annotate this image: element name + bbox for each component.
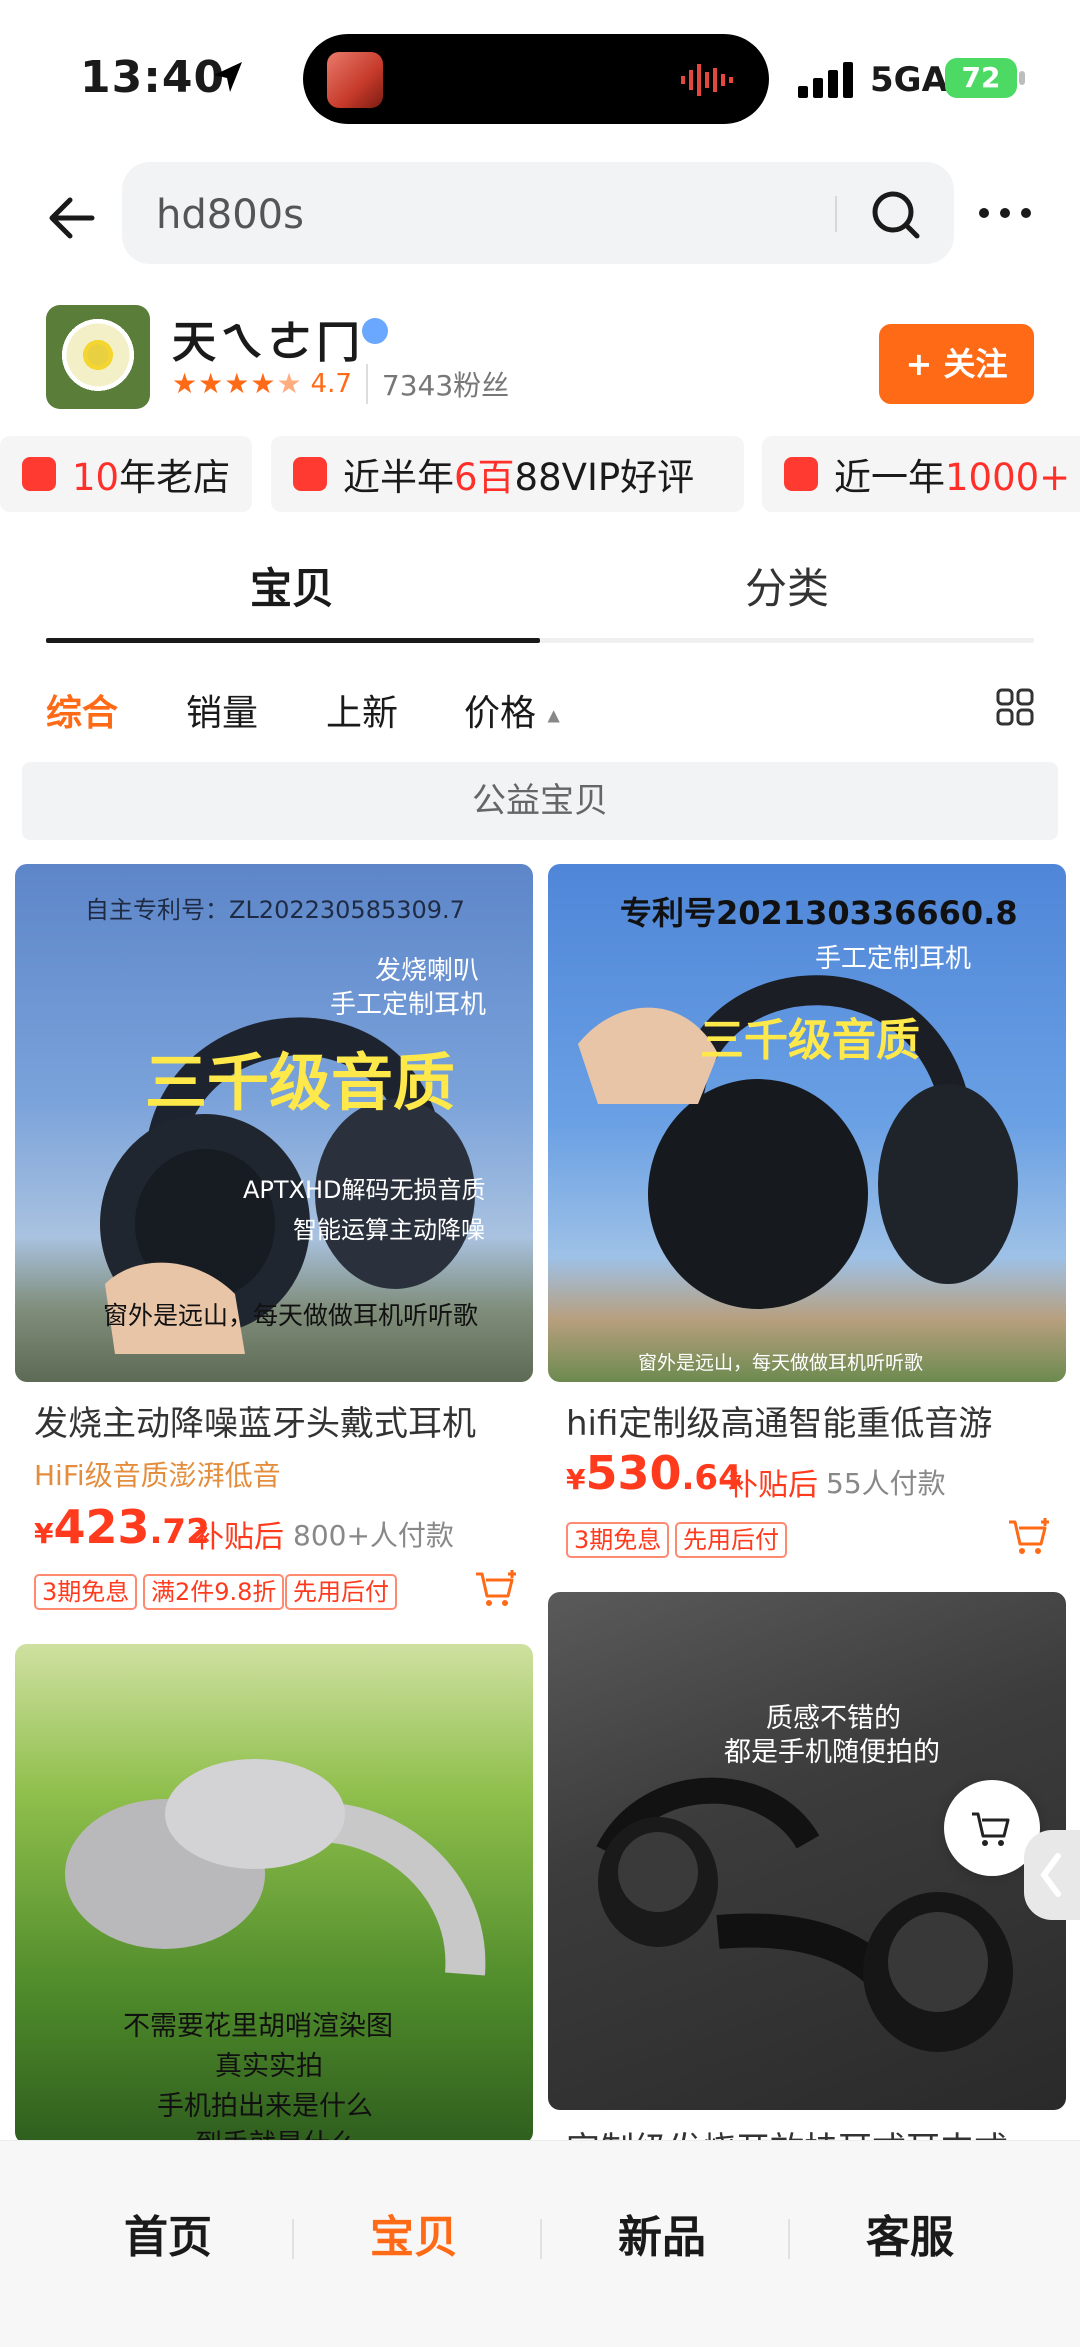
status-bar: 13:40 5GA 72 [0, 0, 1080, 150]
nav-home[interactable]: 首页 [68, 2201, 268, 2265]
shop-badge-age[interactable]: 10年老店 [0, 436, 252, 512]
product-price: ¥423.72 [34, 1500, 210, 1554]
back-arrow-icon[interactable] [44, 190, 100, 246]
promo-tag: 3期免息 [34, 1574, 138, 1610]
nav-new-arrivals[interactable]: 新品 [562, 2201, 762, 2265]
battery-level: 72 [945, 58, 1017, 98]
status-time: 13:40 [80, 52, 226, 103]
nav-products[interactable]: 宝贝 [314, 2201, 514, 2265]
headphones-photo [578, 975, 1018, 1309]
sort-comprehensive[interactable]: 综合 [46, 684, 118, 736]
charity-products-banner[interactable]: 公益宝贝 [22, 762, 1058, 840]
sort-new[interactable]: 上新 [326, 684, 398, 736]
network-type: 5GA [870, 60, 948, 100]
now-playing-artwork [327, 52, 383, 108]
more-options-icon[interactable] [978, 200, 1032, 226]
star-icon: ★ [250, 367, 276, 400]
product-title[interactable]: hifi定制级高通智能重低音游 [566, 1396, 1066, 1445]
location-arrow-icon [214, 62, 242, 92]
paid-count: 55人付款 [826, 1467, 946, 1500]
add-to-cart-icon[interactable] [1007, 1516, 1051, 1556]
shop-badge-reviews[interactable]: 近半年6百88VIP好评 [271, 436, 744, 512]
nav-customer-service[interactable]: 客服 [810, 2201, 1010, 2265]
store-icon [22, 457, 56, 491]
shop-rating-row: ★ ★ ★ ★ ★ 4.7 7343粉丝 [172, 364, 509, 404]
subsidy-label: 补贴后 [194, 1520, 284, 1555]
product-image[interactable]: 专利号202130336660.8 手工定制耳机 三千级音质 窗外是远山，每天做… [548, 864, 1066, 1382]
subsidy-label: 补贴后 [728, 1468, 818, 1503]
star-icon: ★ [224, 367, 250, 400]
battery-icon: 72 [945, 58, 1025, 98]
search-icon[interactable] [867, 186, 923, 242]
shop-logo[interactable] [46, 305, 150, 409]
cellular-signal-icon [798, 62, 853, 98]
promo-tag: 先用后付 [285, 1574, 397, 1610]
tab-products[interactable]: 宝贝 [202, 555, 382, 616]
shop-badge-sales[interactable]: 近一年1000+ [762, 436, 1080, 512]
thumbs-up-icon [293, 457, 327, 491]
verified-icon [362, 318, 388, 344]
chevron-left-icon [1040, 1853, 1061, 1897]
promo-tag: 满2件9.8折 [143, 1574, 285, 1610]
audio-waveform-icon [681, 64, 733, 96]
product-title[interactable]: 发烧主动降噪蓝牙头戴式耳机 [34, 1396, 534, 1445]
headphones-photo [65, 1759, 486, 1976]
sort-arrows-icon: ▲ [547, 705, 560, 725]
star-icon: ★ [172, 367, 198, 400]
active-tab-indicator [46, 638, 540, 643]
shop-fans: 7343粉丝 [365, 364, 509, 404]
star-icon: ★ [198, 367, 224, 400]
shopping-bag-icon [784, 457, 818, 491]
side-drawer-handle[interactable] [1024, 1830, 1080, 1920]
product-image[interactable]: 自主专利号：ZL202230585309.7 发烧喇叭 手工定制耳机 三千级音质… [15, 864, 533, 1382]
bottom-navigation: 首页 宝贝 新品 客服 [0, 2140, 1080, 2347]
follow-button[interactable]: + 关注 [879, 324, 1034, 404]
product-image[interactable]: 不需要花里胡哨渲染图 真实实拍 手机拍出来是什么 到手就是什么 [15, 1644, 533, 2144]
sort-price[interactable]: 价格 ▲ [464, 684, 560, 736]
paid-count: 800+人付款 [293, 1519, 454, 1552]
star-icon: ★ [276, 367, 302, 400]
cart-icon [972, 1812, 1010, 1846]
search-query[interactable]: hd800s [156, 192, 304, 238]
product-price: ¥530.64 [566, 1446, 742, 1500]
promo-tag: 先用后付 [675, 1522, 787, 1558]
shop-name[interactable]: 天ㄟㄜ冂 [172, 306, 364, 370]
add-to-cart-icon[interactable] [474, 1568, 518, 1608]
search-divider [835, 196, 837, 232]
dynamic-island[interactable] [303, 34, 769, 124]
shop-rating: 4.7 [310, 369, 352, 399]
grid-view-icon[interactable] [996, 688, 1034, 726]
search-bar[interactable]: hd800s [122, 162, 954, 264]
promo-tag: 3期免息 [566, 1522, 670, 1558]
tab-categories[interactable]: 分类 [697, 555, 877, 616]
product-subtitle: HiFi级音质澎湃低音 [34, 1459, 281, 1492]
sort-sales[interactable]: 销量 [186, 684, 258, 736]
